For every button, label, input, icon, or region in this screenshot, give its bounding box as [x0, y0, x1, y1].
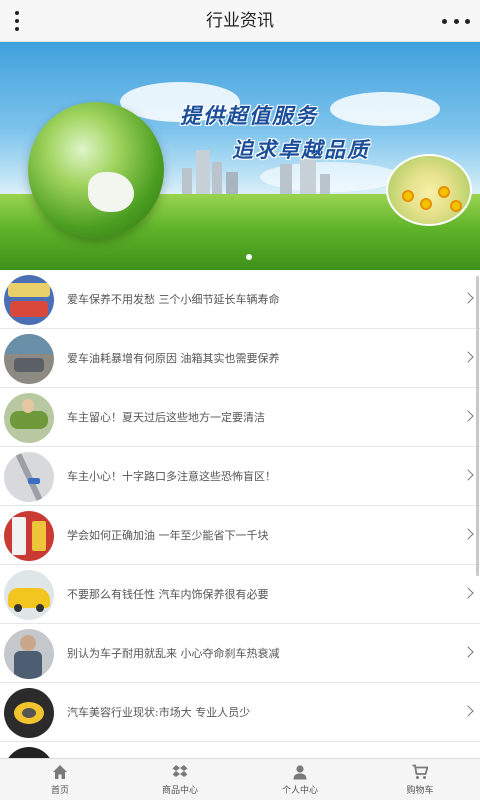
page-title: 行业资讯 — [206, 11, 274, 31]
news-title: 不要那么有钱任性 汽车内饰保养很有必要 — [67, 588, 269, 601]
news-title: 别认为车子耐用就乱来 小心夺命刹车热衰减 — [67, 647, 280, 660]
banner-carousel[interactable]: 提供超值服务 追求卓越品质 — [0, 42, 480, 270]
tab-cart[interactable]: 购物车 — [360, 759, 480, 800]
flower-badge-image — [386, 154, 472, 226]
bottom-tab-bar: 首页 商品中心 个人中心 购物车 — [0, 758, 480, 800]
mechanic-thumb — [4, 629, 54, 679]
top-navigation-bar: 行业资讯 — [0, 0, 480, 42]
chevron-right-icon — [462, 587, 474, 599]
chevron-right-icon — [462, 410, 474, 422]
carousel-indicator-dot[interactable] — [246, 254, 252, 260]
news-list-item[interactable]: 不要那么有钱任性 汽车内饰保养很有必要 — [0, 565, 480, 624]
box-icon — [172, 764, 188, 777]
news-title: 汽车美容行业现状:市场大 专业人员少 — [67, 706, 251, 719]
tab-products[interactable]: 商品中心 — [120, 759, 240, 800]
cloud-decoration — [330, 92, 440, 126]
road-map-thumb — [4, 452, 54, 502]
news-title: 车主小心！十字路口多注意这些恐怖盲区！ — [67, 470, 276, 483]
news-list-item[interactable]: 车主留心！夏天过后这些地方一定要清洁 — [0, 388, 480, 447]
news-title: 学会如何正确加油 一年至少能省下一千块 — [67, 529, 269, 542]
news-title: 爱车保养不用发愁 三个小细节延长车辆寿命 — [67, 293, 280, 306]
car-wash-thumb — [4, 393, 54, 443]
fuel-station-thumb — [4, 511, 54, 561]
tab-home[interactable]: 首页 — [0, 759, 120, 800]
chevron-right-icon — [462, 469, 474, 481]
news-list-item[interactable]: 汽车美容行业现状:市场大 专业人员少 — [0, 683, 480, 742]
user-icon — [293, 764, 307, 779]
banner-slogan-line2: 追求卓越品质 — [232, 137, 370, 162]
tab-profile[interactable]: 个人中心 — [240, 759, 360, 800]
home-icon — [53, 764, 67, 779]
news-list-item[interactable]: 爱车油耗暴增有何原因 油箱其实也需要保养 — [0, 329, 480, 388]
tab-label: 首页 — [50, 785, 69, 796]
news-title: 爱车油耗暴增有何原因 油箱其实也需要保养 — [67, 352, 280, 365]
news-list: 爱车保养不用发愁 三个小细节延长车辆寿命 爱车油耗暴增有何原因 油箱其实也需要保… — [0, 270, 480, 800]
news-list-item[interactable]: 爱车保养不用发愁 三个小细节延长车辆寿命 — [0, 270, 480, 329]
news-list-item[interactable]: 车主小心！十字路口多注意这些恐怖盲区！ — [0, 447, 480, 506]
tab-label: 购物车 — [406, 785, 434, 796]
car-road-thumb — [4, 334, 54, 384]
tab-label: 商品中心 — [161, 785, 198, 796]
scrollbar[interactable] — [476, 276, 479, 576]
chevron-right-icon — [462, 705, 474, 717]
chevron-right-icon — [462, 646, 474, 658]
polishing-thumb — [4, 688, 54, 738]
news-list-item[interactable]: 别认为车子耐用就乱来 小心夺命刹车热衰减 — [0, 624, 480, 683]
banner-slogan-line1: 提供超值服务 — [180, 103, 318, 128]
chevron-right-icon — [462, 292, 474, 304]
news-title: 车主留心！夏天过后这些地方一定要清洁 — [67, 411, 265, 424]
yellow-car-thumb — [4, 570, 54, 620]
horizontal-dots-more-icon[interactable] — [442, 12, 470, 30]
green-globe-image — [28, 102, 164, 238]
chevron-right-icon — [462, 351, 474, 363]
cart-icon — [412, 764, 428, 779]
chevron-right-icon — [462, 528, 474, 540]
news-list-item[interactable]: 学会如何正确加油 一年至少能省下一千块 — [0, 506, 480, 565]
tab-label: 个人中心 — [281, 785, 318, 796]
car-interior-thumb — [4, 275, 54, 325]
